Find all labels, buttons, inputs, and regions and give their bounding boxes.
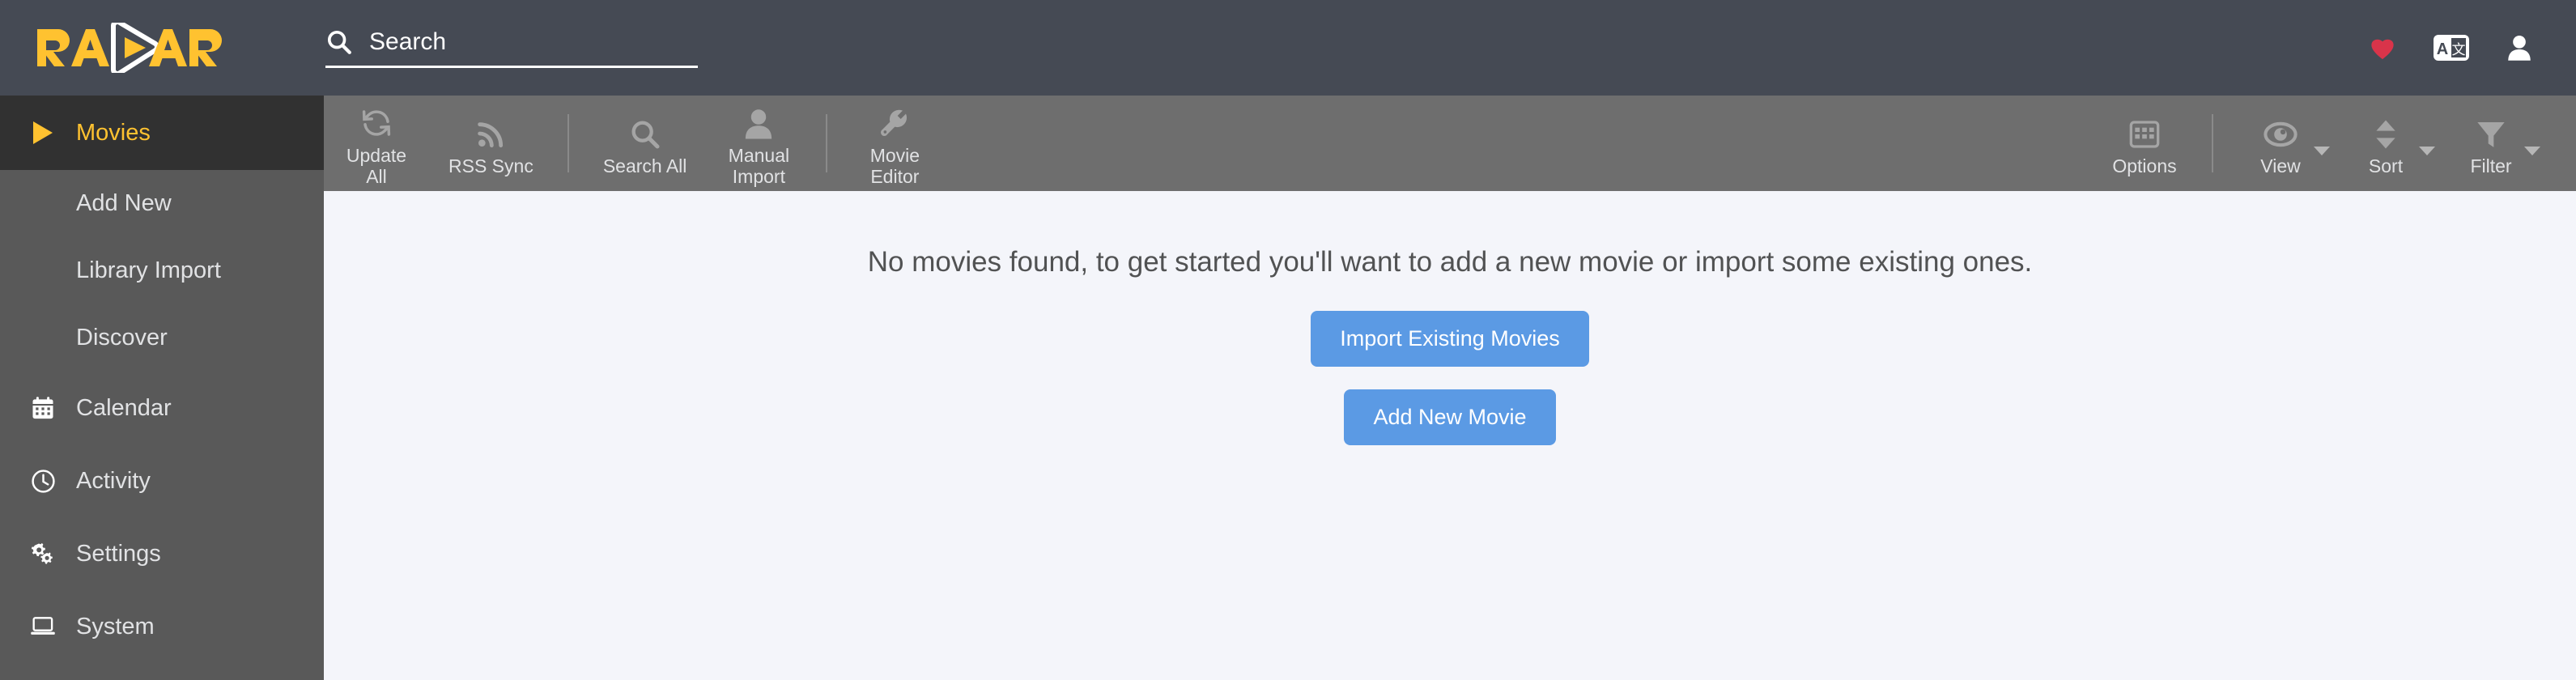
update-all-button[interactable]: Update All [324, 96, 429, 191]
add-new-movie-button[interactable]: Add New Movie [1344, 389, 1556, 445]
sidebar-item-settings[interactable]: Settings [0, 517, 324, 590]
eye-icon [2263, 110, 2298, 151]
app-header: A 文 [0, 0, 2576, 96]
grid-icon [2128, 110, 2161, 151]
gears-icon [29, 540, 57, 567]
user-account-icon[interactable] [2506, 34, 2532, 62]
page-toolbar: Update All RSS Sync Search All Manual Im… [324, 96, 2576, 191]
sidebar-item-library-import[interactable]: Library Import [0, 237, 324, 304]
sidebar-item-label: System [76, 613, 155, 640]
manual-import-button[interactable]: Manual Import [706, 96, 811, 191]
app-logo[interactable] [0, 0, 324, 96]
movie-editor-button[interactable]: Movie Editor [842, 96, 947, 191]
chevron-down-icon [2419, 147, 2435, 155]
toolbar-button-label: Update All [346, 144, 407, 187]
search-input[interactable] [369, 28, 693, 56]
funnel-icon [2474, 110, 2508, 151]
calendar-icon [29, 394, 57, 422]
options-button[interactable]: Options [2092, 96, 2197, 191]
radarr-logo-icon [37, 23, 222, 73]
sidebar-item-label: Add New [76, 190, 172, 216]
refresh-icon [359, 100, 393, 140]
play-triangle-icon [29, 119, 57, 147]
sidebar-item-label: Activity [76, 467, 151, 494]
toolbar-button-label: Manual Import [728, 144, 790, 187]
sidebar-item-label: Movies [76, 119, 151, 146]
filter-button[interactable]: Filter [2438, 96, 2544, 191]
sidebar-item-add-new[interactable]: Add New [0, 170, 324, 237]
chevron-down-icon [2314, 147, 2330, 155]
toolbar-button-label: RSS Sync [448, 155, 533, 176]
empty-state-message: No movies found, to get started you'll w… [867, 246, 2033, 278]
toolbar-left-group: Update All RSS Sync Search All Manual Im… [324, 96, 947, 191]
sidebar-item-label: Settings [76, 540, 161, 567]
chevron-down-icon [2524, 147, 2540, 155]
translate-icon[interactable]: A 文 [2434, 34, 2469, 62]
main-content: No movies found, to get started you'll w… [324, 191, 2576, 680]
search-icon [629, 110, 661, 151]
toolbar-button-label: Movie Editor [869, 144, 920, 187]
toolbar-button-label: View [2260, 155, 2301, 176]
sidebar-item-label: Discover [76, 325, 168, 351]
sidebar-item-label: Calendar [76, 394, 172, 421]
sidebar-item-calendar[interactable]: Calendar [0, 372, 324, 444]
sidebar-nav: Movies Add New Library Import Discover C… [0, 96, 324, 680]
svg-text:A: A [2437, 40, 2448, 58]
view-button[interactable]: View [2228, 96, 2333, 191]
radarr-app: A 文 Movies Add New Library [0, 0, 2576, 680]
toolbar-button-label: Filter [2470, 155, 2512, 176]
sidebar-item-activity[interactable]: Activity [0, 444, 324, 517]
toolbar-button-label: Sort [2368, 155, 2404, 176]
sort-arrows-icon [2374, 110, 2398, 151]
rss-icon [474, 110, 507, 151]
sort-button[interactable]: Sort [2333, 96, 2438, 191]
toolbar-right-group: Options View Sort Filter [2092, 96, 2576, 191]
clock-icon [29, 467, 57, 495]
sidebar-item-discover[interactable]: Discover [0, 304, 324, 372]
wrench-icon [878, 100, 911, 140]
toolbar-button-label: Search All [602, 155, 687, 176]
sidebar-item-movies[interactable]: Movies [0, 96, 324, 170]
global-search[interactable] [325, 28, 698, 68]
donate-heart-icon[interactable] [2369, 35, 2396, 61]
search-icon [327, 30, 351, 54]
import-existing-movies-button[interactable]: Import Existing Movies [1311, 311, 1589, 367]
rss-sync-button[interactable]: RSS Sync [429, 96, 553, 191]
search-all-button[interactable]: Search All [584, 96, 707, 191]
svg-text:文: 文 [2452, 42, 2466, 58]
toolbar-divider [2212, 114, 2213, 172]
toolbar-divider [826, 114, 828, 172]
sidebar-item-label: Library Import [76, 257, 221, 283]
toolbar-button-label: Options [2112, 155, 2177, 176]
header-actions: A 文 [2369, 34, 2576, 62]
person-icon [743, 100, 774, 140]
toolbar-divider [567, 114, 569, 172]
sidebar-item-system[interactable]: System [0, 590, 324, 663]
laptop-icon [29, 613, 57, 640]
